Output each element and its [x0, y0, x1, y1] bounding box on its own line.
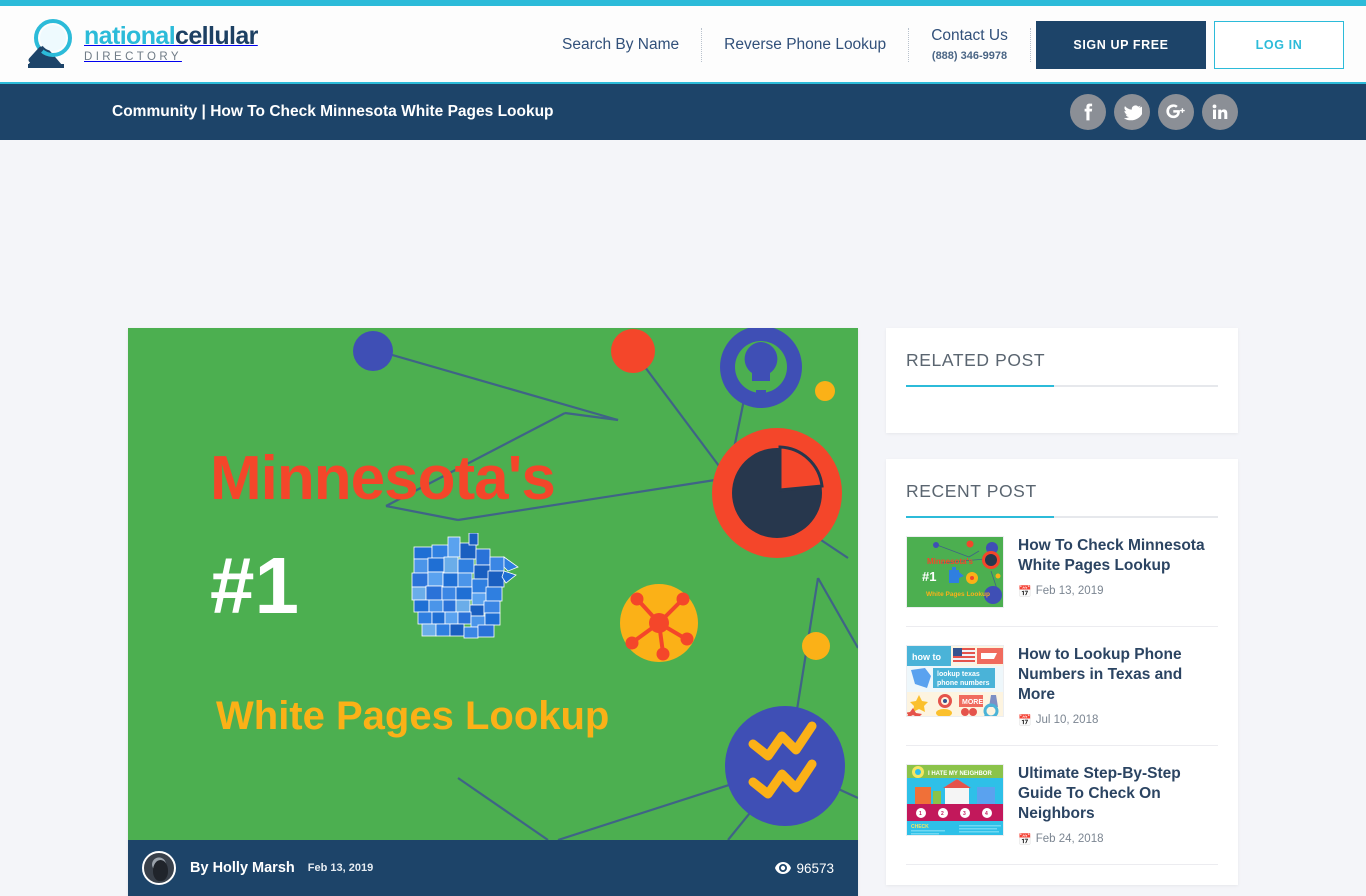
social-share-bar — [1070, 84, 1238, 140]
article-byline: By Holly Marsh Feb 13, 2019 96573 — [128, 840, 858, 896]
calendar-icon: 📅 — [1018, 585, 1032, 598]
sidebar: RELATED POST RECENT POST Minnesota's #1 … — [886, 328, 1238, 885]
hero-network-icon — [620, 584, 698, 662]
related-post-title: RELATED POST — [906, 350, 1046, 370]
site-header: nationalcellular DIRECTORY Search By Nam… — [0, 6, 1366, 84]
recent-post-title: RECENT POST — [906, 481, 1037, 501]
hero-lightbulb-icon — [720, 328, 802, 408]
section-rule — [906, 385, 1218, 387]
list-item[interactable]: I HATE MY NEIGHBOR 1 2 3 4 CHECK Ultimate S… — [906, 746, 1218, 865]
calendar-icon: 📅 — [1018, 714, 1032, 727]
post-date-value: Jul 10, 2018 — [1035, 714, 1099, 727]
i-hate-my-neighbor-thumb: I HATE MY NEIGHBOR 1 2 3 4 CHECK — [906, 763, 1004, 836]
logo-wordmark: nationalcellular DIRECTORY — [84, 24, 258, 64]
post-title: Ultimate Step-By-Step Guide To Check On … — [1018, 764, 1181, 822]
post-date-value: Feb 13, 2019 — [1035, 585, 1104, 598]
minnesota-county-map-icon — [411, 533, 519, 639]
linkedin-icon[interactable] — [1202, 94, 1238, 130]
twitter-icon[interactable] — [1114, 94, 1150, 130]
svg-text:Minnesota's: Minnesota's — [927, 557, 973, 566]
article-view-count: 96573 — [775, 861, 834, 876]
hero-title-line-3: White Pages Lookup — [216, 694, 610, 738]
list-item-meta: How to Lookup Phone Numbers in Texas and… — [1018, 645, 1218, 727]
view-count-value: 96573 — [796, 860, 834, 876]
hero-title-line-1: Minnesota's — [210, 444, 556, 513]
article-hero-image: Minnesota's #1 White Pages Lookup — [128, 328, 858, 840]
svg-text:phone numbers: phone numbers — [937, 680, 990, 687]
nav-item-contact-us[interactable]: Contact Us (888) 346-9978 — [909, 26, 1030, 64]
svg-text:1: 1 — [919, 811, 922, 817]
article-date: Feb 13, 2019 — [307, 862, 374, 874]
google-plus-icon[interactable] — [1158, 94, 1194, 130]
minnesota-white-pages-thumb: Minnesota's #1 White Pages Lookup — [906, 536, 1004, 608]
logo-word-cellular: cellular — [175, 22, 258, 51]
related-post-card: RELATED POST — [886, 328, 1238, 433]
log-in-button[interactable]: LOG IN — [1214, 21, 1344, 69]
logo-word-national: national — [84, 22, 176, 51]
related-post-list — [906, 387, 1218, 413]
hero-title-line-2: #1 — [210, 541, 299, 630]
list-item-meta: How To Check Minnesota White Pages Looku… — [1018, 536, 1218, 608]
post-date: 📅 Jul 10, 2018 — [1018, 714, 1218, 727]
magnifier-logo-icon — [22, 18, 78, 70]
eye-icon — [775, 862, 792, 874]
facebook-icon[interactable] — [1070, 94, 1106, 130]
list-item[interactable]: how to lookup texas phone numbers MORE H… — [906, 627, 1218, 746]
svg-text:#1: #1 — [922, 569, 936, 584]
hero-dot-yellow-mid — [802, 632, 830, 660]
sign-up-free-button[interactable]: SIGN UP FREE — [1036, 21, 1206, 69]
svg-text:CHECK: CHECK — [911, 824, 929, 830]
svg-text:2: 2 — [941, 811, 944, 817]
svg-text:White Pages Lookup: White Pages Lookup — [926, 591, 990, 598]
hero-pie-chart-icon — [712, 428, 842, 558]
breadcrumb: Community | How To Check Minnesota White… — [112, 103, 554, 120]
nav-label: Contact Us — [931, 27, 1008, 45]
svg-text:lookup texas: lookup texas — [937, 671, 980, 678]
list-item-meta: Ultimate Step-By-Step Guide To Check On … — [1018, 764, 1218, 846]
breadcrumb-band: Community | How To Check Minnesota White… — [0, 84, 1366, 140]
avatar — [142, 851, 176, 885]
main-nav: Search By Name Reverse Phone Lookup Cont… — [540, 6, 1031, 84]
contact-phone-number: (888) 346-9978 — [931, 50, 1008, 63]
calendar-icon: 📅 — [1018, 833, 1032, 846]
nav-item-reverse-phone-lookup[interactable]: Reverse Phone Lookup — [702, 35, 908, 56]
texas-phone-numbers-thumb: how to lookup texas phone numbers MORE — [906, 645, 1004, 717]
list-item[interactable]: Minnesota's #1 White Pages Lookup How To… — [906, 518, 1218, 627]
post-date: 📅 Feb 13, 2019 — [1018, 585, 1218, 598]
post-date: 📅 Feb 24, 2018 — [1018, 833, 1218, 846]
hero-dot-red — [611, 329, 655, 373]
logo-subtitle: DIRECTORY — [84, 51, 182, 64]
section-rule — [906, 516, 1218, 518]
featured-article-card[interactable]: Minnesota's #1 White Pages Lookup By Hol… — [128, 328, 858, 896]
post-title: How to Lookup Phone Numbers in Texas and… — [1018, 646, 1183, 703]
hero-dot-yellow-small — [815, 381, 835, 401]
recent-post-card: RECENT POST Minnesota's #1 White Pages L… — [886, 459, 1238, 885]
nav-label: Search By Name — [562, 35, 680, 53]
svg-text:MORE: MORE — [962, 699, 983, 706]
nav-label: Reverse Phone Lookup — [724, 35, 887, 53]
svg-text:3: 3 — [963, 811, 966, 817]
article-author: By Holly Marsh — [190, 860, 295, 876]
svg-text:how to: how to — [912, 652, 941, 662]
nav-divider — [1029, 28, 1031, 62]
nav-item-search-by-name[interactable]: Search By Name — [540, 35, 701, 56]
site-logo[interactable]: nationalcellular DIRECTORY — [22, 18, 258, 70]
post-date-value: Feb 24, 2018 — [1035, 833, 1104, 846]
hero-dot-blue — [353, 331, 393, 371]
post-title: How To Check Minnesota White Pages Looku… — [1018, 537, 1205, 574]
svg-text:I HATE MY NEIGHBOR: I HATE MY NEIGHBOR — [928, 771, 992, 777]
svg-text:4: 4 — [985, 811, 988, 817]
